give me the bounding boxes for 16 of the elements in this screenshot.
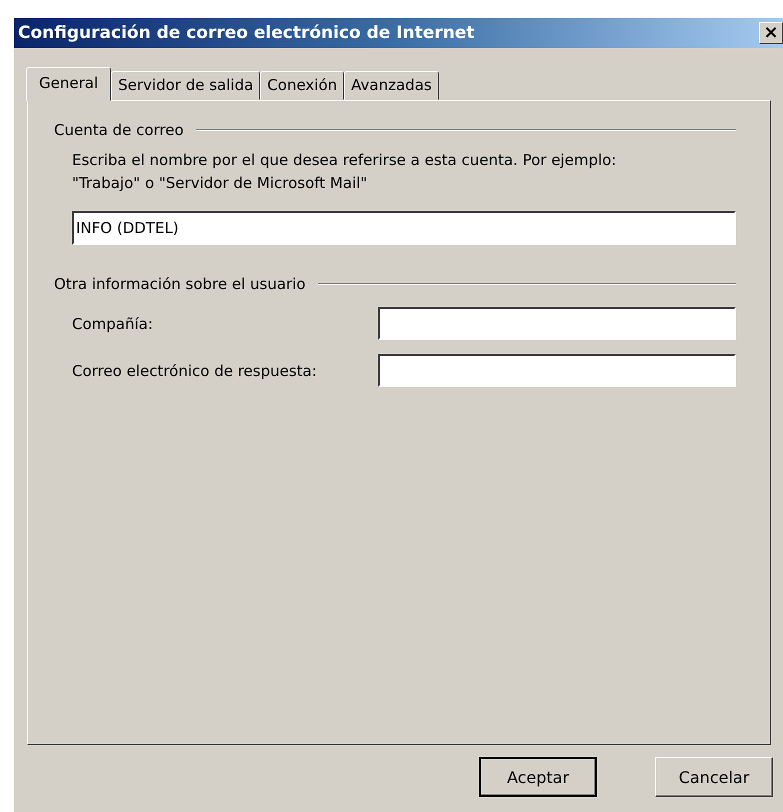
group-heading: Cuenta de correo bbox=[54, 121, 184, 139]
account-name-field[interactable]: INFO (DDTEL) bbox=[72, 211, 736, 245]
field-label: Correo electrónico de respuesta: bbox=[72, 362, 317, 380]
tab[interactable]: Conexión bbox=[260, 71, 344, 100]
window-title: Configuración de correo electrónico de Internet bbox=[18, 23, 474, 43]
tab[interactable]: Servidor de salida bbox=[111, 71, 260, 100]
field-label: Compañía: bbox=[72, 314, 153, 332]
input-field[interactable] bbox=[378, 307, 736, 340]
tab[interactable]: Avanzadas bbox=[344, 71, 439, 100]
close-button[interactable]: × bbox=[759, 22, 783, 44]
group-heading: Otra información sobre el usuario bbox=[54, 275, 306, 293]
input-field[interactable] bbox=[378, 354, 736, 387]
description-text: Escriba el nombre por el que desea referirse a esta cuenta. Por ejemplo: "Trabajo" o "Servidor de Microsoft Mail" bbox=[72, 150, 618, 194]
dialog-button[interactable]: Cancelar bbox=[655, 757, 773, 797]
dialog-button[interactable]: Aceptar bbox=[479, 757, 597, 797]
tab[interactable]: General bbox=[26, 67, 112, 101]
